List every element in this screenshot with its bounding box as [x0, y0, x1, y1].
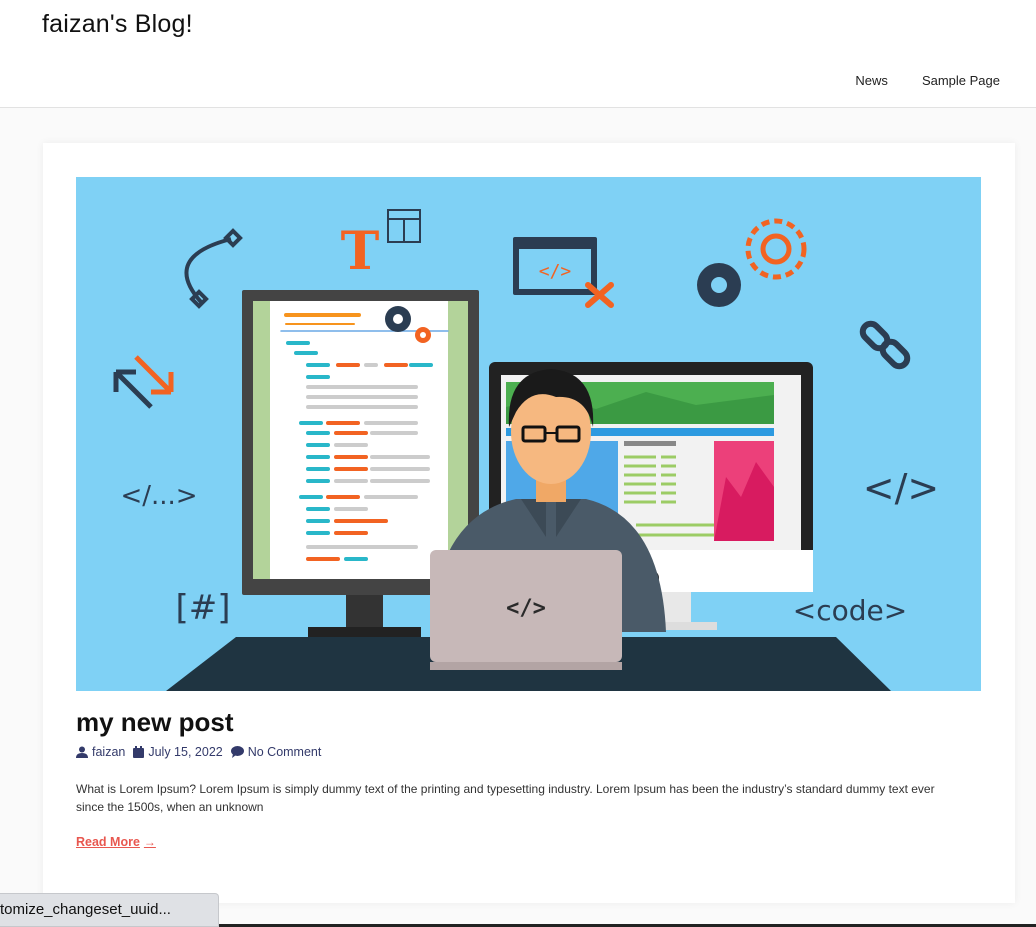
mini-code-text: </> — [539, 261, 572, 282]
code-window-icon: </> — [513, 237, 597, 295]
post-author[interactable]: faizan — [76, 745, 125, 759]
post-card: </> T </> </...> </> [#] <code> my new p… — [43, 143, 1015, 903]
post-date[interactable]: July 15, 2022 — [133, 745, 223, 759]
post-excerpt: What is Lorem Ipsum? Lorem Ipsum is simp… — [76, 782, 935, 814]
arrow-right-icon: → — [143, 835, 156, 849]
hash-tag-text: [#] — [175, 588, 230, 628]
code-tag-text: </> — [863, 466, 939, 510]
transfer-arrows-icon — [113, 355, 174, 409]
user-icon — [76, 746, 88, 758]
comment-icon — [230, 746, 244, 758]
developer-illustration: </> T </> </...> </> [#] <code> — [113, 209, 939, 691]
code-ellipsis-text: </...> — [120, 481, 197, 511]
settings-gear-icon — [745, 218, 807, 280]
post-date-text: July 15, 2022 — [148, 745, 223, 759]
typography-icon: T — [341, 221, 380, 282]
chain-link-icon — [859, 320, 911, 370]
laptop-code-text: </> — [506, 596, 546, 621]
bezier-curve-icon — [184, 228, 243, 309]
post-comments[interactable]: No Comment — [230, 745, 322, 759]
read-more-label: Read More — [76, 835, 140, 849]
post-meta: faizan July 15, 2022 No Comment — [76, 745, 321, 759]
browser-status-bar: tomize_changeset_uuid... — [0, 893, 219, 927]
main-nav: News Sample Page — [855, 73, 1000, 88]
post-title[interactable]: my new post — [76, 707, 233, 738]
site-header: faizan's Blog! News Sample Page — [0, 0, 1036, 108]
calendar-icon — [133, 746, 145, 758]
post-comments-text: No Comment — [247, 745, 322, 759]
status-bar-url: tomize_changeset_uuid... — [0, 901, 171, 918]
site-title[interactable]: faizan's Blog! — [42, 10, 193, 39]
nav-item-news[interactable]: News — [855, 73, 888, 88]
featured-image[interactable]: </> T </> </...> </> [#] <code> — [76, 177, 981, 691]
code-word-text: <code> — [793, 594, 907, 627]
read-more-link[interactable]: Read More → — [76, 835, 156, 849]
post-author-name: faizan — [92, 745, 126, 759]
nav-item-sample-page[interactable]: Sample Page — [922, 73, 1000, 88]
layout-icon — [387, 209, 421, 243]
small-gear-icon — [697, 263, 741, 307]
